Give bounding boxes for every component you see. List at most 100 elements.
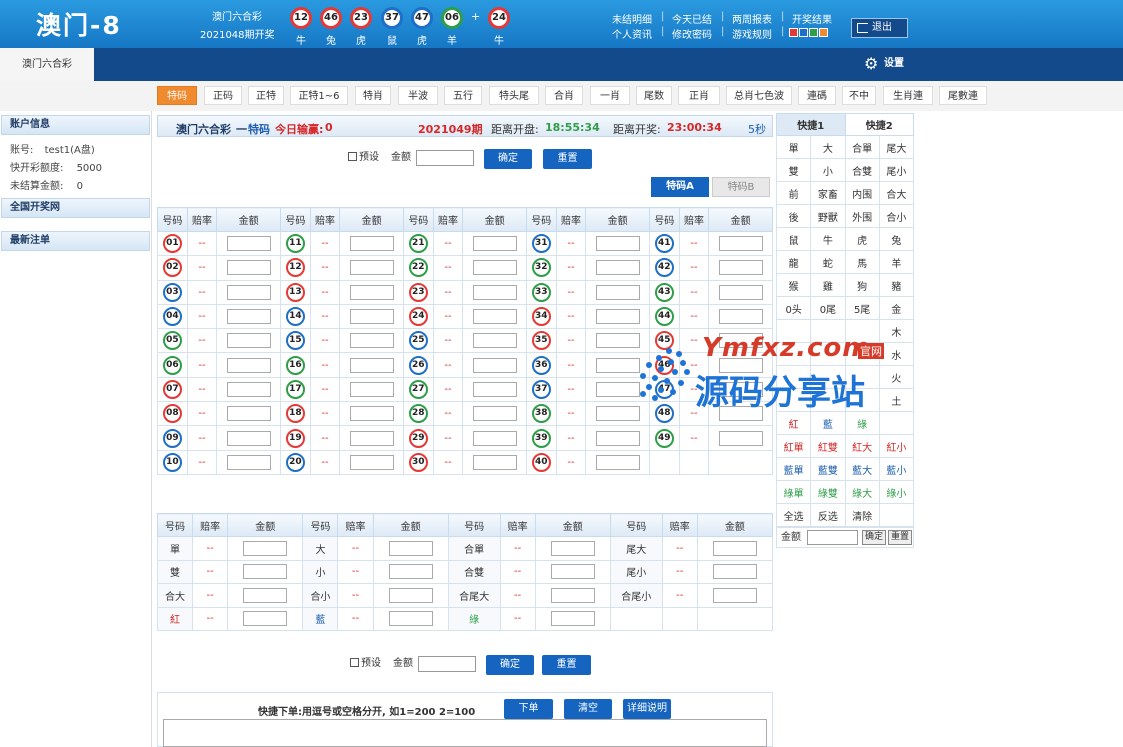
number-ball[interactable]: 26 (408, 355, 428, 375)
quick-select-item[interactable]: 猴 (775, 273, 812, 297)
number-ball[interactable]: 42 (654, 258, 674, 278)
bet-amount-input[interactable] (226, 430, 271, 446)
number-ball[interactable]: 40 (531, 452, 551, 472)
quick-select-item[interactable]: 火 (878, 365, 915, 389)
number-ball[interactable]: 22 (408, 258, 428, 278)
bet-amount-input[interactable] (349, 357, 394, 373)
checkbox-box[interactable] (348, 152, 357, 161)
play-tab[interactable]: 五行 (444, 86, 482, 105)
quick-select-item[interactable]: 鼠 (775, 227, 812, 251)
number-ball[interactable]: 35 (531, 331, 551, 351)
skin-color-swatch[interactable] (799, 28, 808, 37)
number-ball[interactable]: 49 (654, 428, 674, 448)
bet-amount-input[interactable] (226, 454, 271, 470)
property-label[interactable]: 合雙 (447, 559, 501, 584)
bet-amount-input[interactable] (595, 236, 640, 252)
number-ball[interactable]: 32 (531, 258, 551, 278)
bet-amount-input[interactable] (712, 564, 757, 580)
play-tab[interactable]: 半波 (398, 86, 438, 105)
confirm-button[interactable]: 确定 (484, 149, 532, 169)
bet-amount-input[interactable] (349, 430, 394, 446)
reset-button[interactable]: 重置 (543, 149, 592, 169)
play-tab[interactable]: 尾數連 (939, 86, 987, 105)
bet-amount-input[interactable] (388, 564, 433, 580)
bet-amount-input[interactable] (243, 564, 288, 580)
bet-amount-input[interactable] (226, 333, 271, 349)
quick-select-item[interactable]: 狗 (844, 273, 880, 297)
number-ball[interactable]: 31 (531, 234, 551, 254)
quick-select-item[interactable]: 後 (775, 204, 812, 228)
quick-select-item[interactable]: 綠 (844, 411, 880, 435)
number-ball[interactable]: 04 (162, 307, 182, 327)
bet-amount-input[interactable] (472, 381, 517, 397)
bet-amount-input[interactable] (226, 309, 271, 325)
quick-reset-button[interactable]: 重置 (888, 530, 913, 545)
bet-amount-input[interactable] (595, 406, 640, 422)
quick-select-item[interactable]: 紅小 (878, 434, 915, 458)
quick-select-item[interactable]: 虎 (844, 227, 880, 251)
property-label[interactable]: 綠 (447, 606, 501, 631)
skin-color-swatch[interactable] (809, 28, 818, 37)
number-ball[interactable]: 29 (408, 428, 428, 448)
number-ball[interactable]: 33 (531, 282, 551, 302)
fast-order-textarea[interactable] (163, 719, 767, 747)
quick-select-item[interactable]: 豬 (878, 273, 915, 297)
quick-select-item[interactable]: 反选 (810, 503, 846, 527)
number-ball[interactable]: 08 (162, 404, 182, 424)
number-ball[interactable]: 30 (408, 452, 428, 472)
bet-amount-input[interactable] (349, 236, 394, 252)
quick-select-item[interactable]: 紅單 (775, 434, 812, 458)
quick-select-item[interactable]: 合雙 (844, 158, 880, 182)
skin-color-swatch[interactable] (789, 28, 798, 37)
number-ball[interactable]: 38 (531, 404, 551, 424)
bet-amount-input[interactable] (472, 454, 517, 470)
bet-amount-input[interactable] (550, 540, 595, 556)
bet-amount-input[interactable] (712, 540, 757, 556)
bet-amount-input[interactable] (226, 260, 271, 276)
number-ball[interactable]: 36 (531, 355, 551, 375)
quick-select-item[interactable]: 清除 (844, 503, 880, 527)
quick-select-item[interactable]: 雞 (810, 273, 846, 297)
number-ball[interactable]: 20 (285, 452, 305, 472)
amount-input-bottom[interactable] (418, 656, 476, 672)
bet-amount-input[interactable] (595, 357, 640, 373)
quick-select-item[interactable]: 5尾 (844, 296, 880, 320)
quick-select-item[interactable]: 0头 (775, 296, 812, 320)
property-label[interactable]: 尾小 (609, 559, 663, 584)
property-label[interactable]: 雙 (156, 559, 194, 584)
quick-select-item[interactable]: 單 (775, 135, 812, 159)
quick-select-item[interactable]: 金 (878, 296, 915, 320)
bet-amount-input[interactable] (472, 406, 517, 422)
help-button[interactable]: 详细说明 (623, 699, 671, 719)
quick-tab-1[interactable]: 快捷1 (776, 113, 846, 136)
bet-amount-input[interactable] (595, 430, 640, 446)
number-ball[interactable]: 13 (285, 282, 305, 302)
bet-amount-input[interactable] (595, 333, 640, 349)
bet-amount-input[interactable] (226, 406, 271, 422)
amount-input[interactable] (416, 150, 474, 166)
bet-amount-input[interactable] (472, 236, 517, 252)
bet-amount-input[interactable] (349, 406, 394, 422)
bet-amount-input[interactable] (226, 284, 271, 300)
bet-amount-input[interactable] (472, 284, 517, 300)
quick-select-item[interactable]: 紅雙 (810, 434, 846, 458)
quick-select-item[interactable]: 合小 (878, 204, 915, 228)
bet-amount-input[interactable] (550, 587, 595, 603)
property-label[interactable]: 合大 (156, 583, 194, 608)
bet-amount-input[interactable] (226, 357, 271, 373)
play-tab[interactable]: 特肖 (355, 86, 391, 105)
skin-color-swatch[interactable] (819, 28, 828, 37)
play-tab[interactable]: 生肖連 (883, 86, 933, 105)
number-ball[interactable]: 34 (531, 307, 551, 327)
play-tab[interactable]: 正特 (248, 86, 284, 105)
number-ball[interactable]: 10 (162, 452, 182, 472)
play-tab[interactable]: 特码 (157, 86, 197, 105)
place-order-button[interactable]: 下单 (504, 699, 553, 719)
quick-select-item[interactable]: 大 (810, 135, 846, 159)
quick-select-item[interactable]: 尾大 (878, 135, 915, 159)
quick-select-item[interactable]: 合大 (878, 181, 915, 205)
settings-button[interactable]: ⚙ 设置 (864, 56, 904, 72)
number-ball[interactable]: 27 (408, 379, 428, 399)
nav-tab-lottery[interactable]: 澳门六合彩 (0, 48, 94, 81)
quick-tab-2[interactable]: 快捷2 (844, 113, 914, 136)
